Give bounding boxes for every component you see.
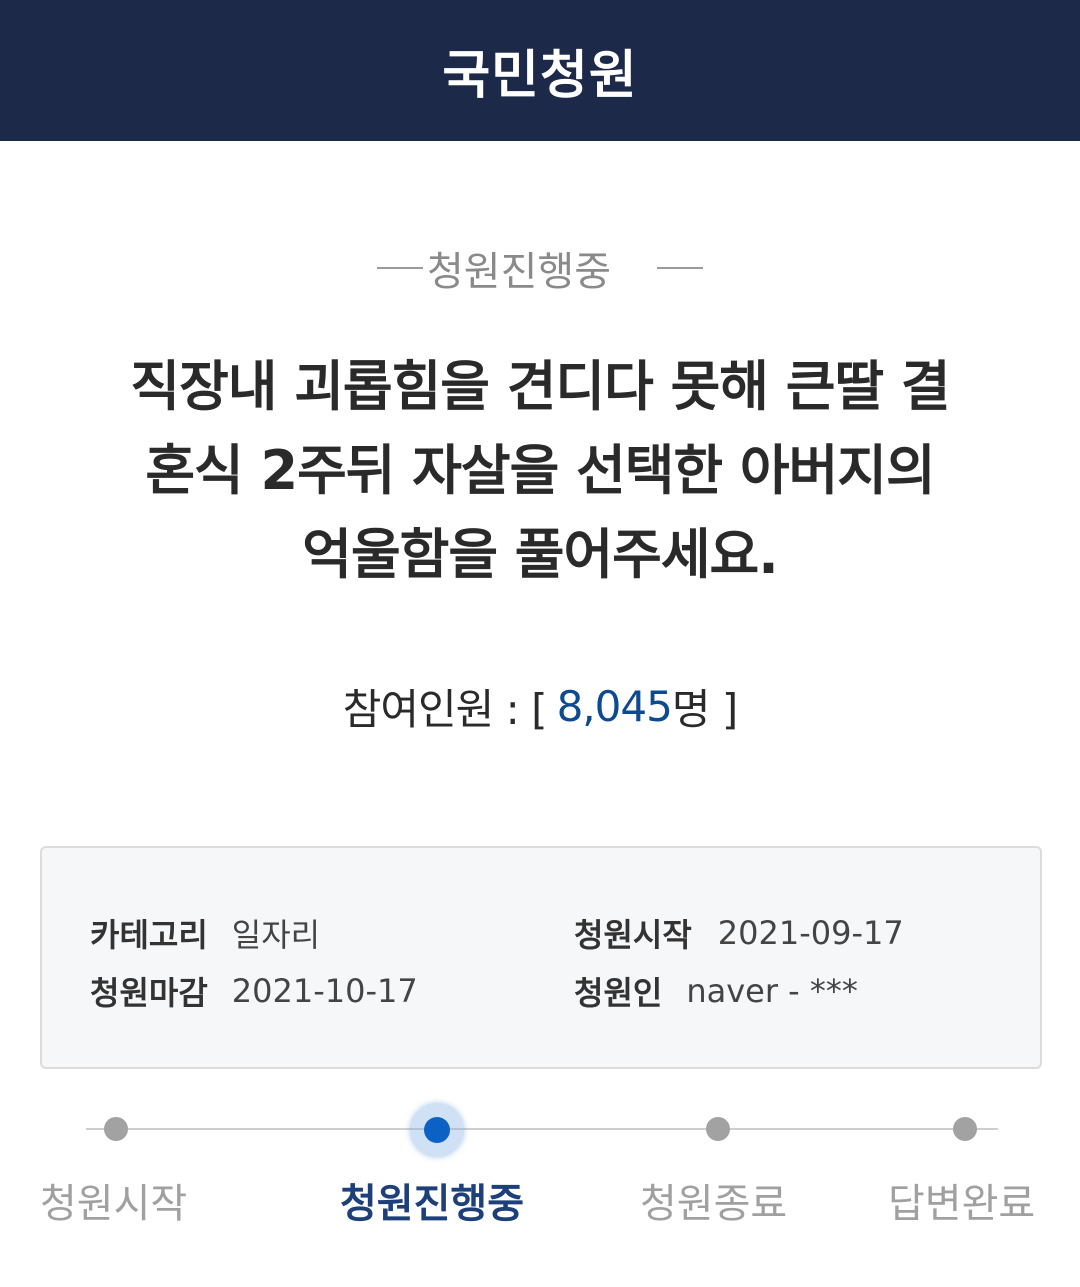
header-title: 국민청원 [442, 46, 638, 106]
participant-count: 참여인원 : [ 8,045 명 ] [0, 674, 1080, 738]
start-date-value: 2021-09-17 [717, 914, 904, 952]
info-author: 청원인 naver - *** [574, 968, 858, 1014]
step-label-in-progress: 청원진행중 [340, 1181, 524, 1227]
petition-title-line: 혼식 2주뒤 자살을 선택한 아버지의 [145, 439, 935, 502]
petition-info-box: 카테고리 일자리 청원시작 2021-09-17 청원마감 2021-10-17… [40, 846, 1042, 1069]
status-dash-left [377, 267, 423, 269]
participant-label: 참여인원 : [ [342, 684, 548, 734]
petition-title-line: 직장내 괴롭힘을 견디다 못해 큰딸 결 [130, 355, 950, 418]
end-date-value: 2021-10-17 [231, 972, 418, 1010]
category-value: 일자리 [231, 916, 321, 954]
step-label-start: 청원시작 [40, 1181, 188, 1227]
start-date-label: 청원시작 [574, 916, 692, 954]
step-label-closed: 청원종료 [640, 1181, 788, 1227]
app-header: 국민청원 [0, 0, 1080, 141]
petition-title: 직장내 괴롭힘을 견디다 못해 큰딸 결 혼식 2주뒤 자살을 선택한 아버지의… [90, 345, 990, 597]
info-category: 카테고리 일자리 [90, 910, 320, 956]
author-value: naver - *** [686, 972, 858, 1010]
petition-status: 청원진행중 [0, 240, 1080, 296]
step-label-answered: 답변완료 [888, 1181, 1036, 1227]
step-dot-answered [953, 1117, 977, 1141]
status-dash-right [657, 267, 703, 269]
info-end-date: 청원마감 2021-10-17 [90, 968, 418, 1014]
category-label: 카테고리 [90, 916, 208, 954]
step-dot-in-progress [424, 1117, 450, 1143]
info-start-date: 청원시작 2021-09-17 [574, 910, 904, 956]
author-label: 청원인 [574, 974, 663, 1012]
status-label: 청원진행중 [427, 249, 611, 295]
participant-unit: 명 ] [671, 684, 738, 734]
participant-number: 8,045 [556, 681, 673, 731]
petition-title-line: 억울함을 풀어주세요. [302, 523, 778, 586]
end-date-label: 청원마감 [90, 974, 208, 1012]
step-dot-closed [706, 1117, 730, 1141]
progress-track [86, 1128, 998, 1130]
step-dot-start [104, 1117, 128, 1141]
